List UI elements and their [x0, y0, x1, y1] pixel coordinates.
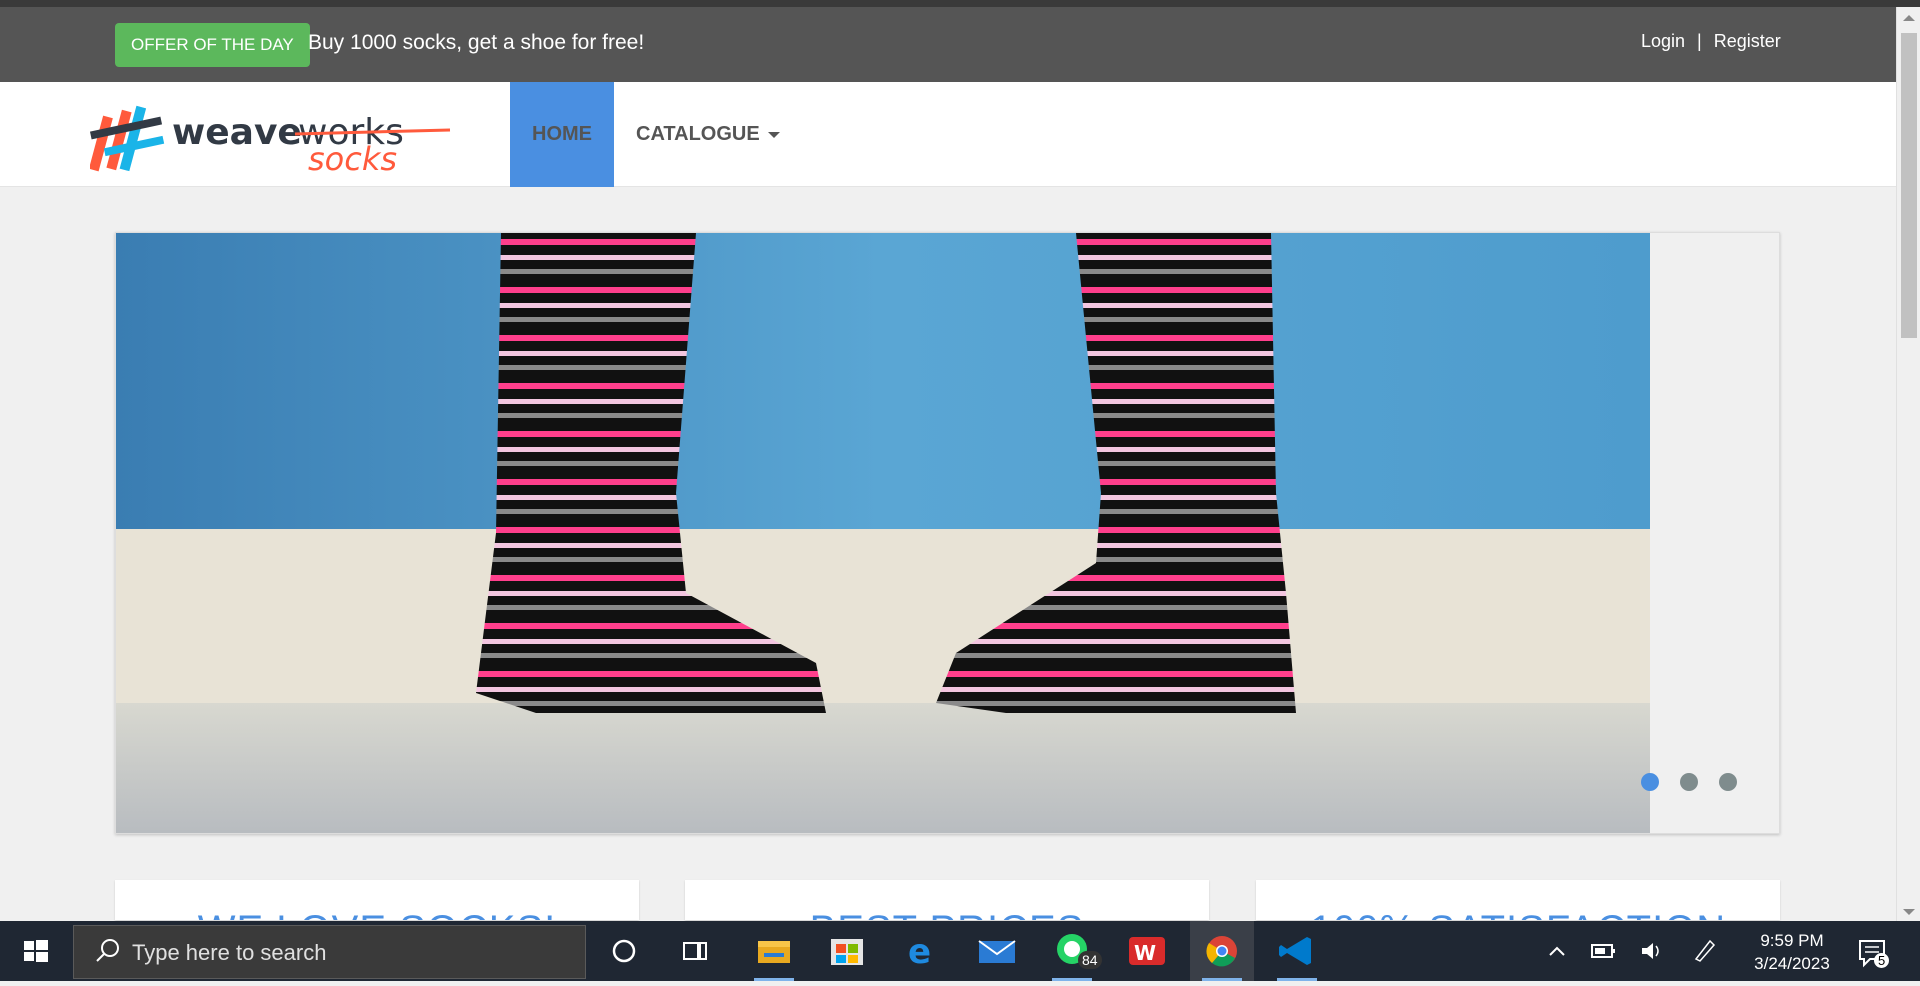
- vscode-icon[interactable]: [1265, 921, 1329, 981]
- clock-date: 3/24/2023: [1754, 954, 1830, 973]
- login-link[interactable]: Login: [1641, 31, 1685, 52]
- offer-badge[interactable]: OFFER OF THE DAY: [115, 23, 310, 67]
- pen-workspace-icon[interactable]: [1688, 921, 1722, 981]
- taskbar-search-placeholder: Type here to search: [132, 940, 327, 965]
- wps-office-icon[interactable]: W: [1115, 921, 1179, 981]
- feature-card-title: BEST PRICES: [685, 908, 1209, 920]
- nav-home-tab[interactable]: HOME: [510, 82, 614, 187]
- window-top-border: [0, 0, 1920, 7]
- logo-word-weave: weave: [172, 112, 302, 153]
- mail-icon[interactable]: [965, 921, 1029, 981]
- clock-time: 9:59 PM: [1760, 931, 1824, 950]
- taskbar-search-box[interactable]: Type here to search: [73, 925, 586, 979]
- cortana-icon[interactable]: [592, 921, 656, 981]
- scroll-down-arrow-icon[interactable]: [1903, 909, 1915, 915]
- windows-taskbar: Type here to search e 84 W 9:59 PM 3/24/…: [0, 921, 1920, 981]
- hero-slide-image: [116, 233, 1650, 833]
- task-view-icon[interactable]: [662, 921, 726, 981]
- scrollbar-thumb[interactable]: [1901, 33, 1917, 338]
- feature-cards: WE LOVE SOCKS! BEST PRICES 100% SATISFAC…: [115, 880, 1780, 920]
- feature-card-title: 100% SATISFACTION: [1256, 908, 1780, 920]
- carousel-dot-1[interactable]: [1641, 773, 1659, 791]
- carousel-dot-3[interactable]: [1719, 773, 1737, 791]
- logo-word-socks: socks: [308, 140, 397, 176]
- taskbar-clock[interactable]: 9:59 PM 3/24/2023: [1744, 929, 1840, 975]
- register-link[interactable]: Register: [1714, 31, 1781, 52]
- search-icon: [96, 939, 119, 962]
- svg-text:e: e: [908, 932, 931, 972]
- file-explorer-icon[interactable]: [742, 921, 806, 981]
- main-navbar: weave works socks HOME CATALOGUE: [0, 82, 1896, 187]
- svg-text:W: W: [1134, 941, 1156, 965]
- carousel-dot-2[interactable]: [1680, 773, 1698, 791]
- auth-separator: |: [1697, 31, 1702, 51]
- offer-bar: OFFER OF THE DAY Buy 1000 socks, get a s…: [0, 7, 1896, 82]
- caret-down-icon: [767, 131, 780, 138]
- whatsapp-unread-badge: 84: [1078, 951, 1102, 969]
- microsoft-store-icon[interactable]: [815, 921, 879, 981]
- feature-card: BEST PRICES: [685, 880, 1209, 920]
- whatsapp-icon[interactable]: 84: [1040, 921, 1104, 981]
- volume-icon[interactable]: [1634, 921, 1668, 981]
- scroll-up-arrow-icon[interactable]: [1903, 15, 1915, 21]
- battery-icon[interactable]: [1586, 921, 1620, 981]
- notification-center-icon[interactable]: 5: [1854, 935, 1894, 975]
- carousel-indicators: [1641, 773, 1758, 796]
- feature-card-title: WE LOVE SOCKS!: [115, 908, 639, 920]
- auth-links: Login | Register: [1641, 31, 1781, 52]
- nav-catalogue-label: CATALOGUE: [636, 123, 760, 145]
- windows-logo-icon: [24, 940, 48, 962]
- feature-card: WE LOVE SOCKS!: [115, 880, 639, 920]
- edge-browser-icon[interactable]: e: [890, 921, 954, 981]
- page-scrollbar[interactable]: [1896, 7, 1920, 921]
- hero-carousel[interactable]: [115, 232, 1780, 834]
- show-hidden-icons-chevron-icon[interactable]: [1540, 921, 1574, 981]
- feature-card: 100% SATISFACTION: [1256, 880, 1780, 920]
- windows-start-button[interactable]: [0, 921, 70, 981]
- nav-catalogue-dropdown[interactable]: CATALOGUE: [636, 82, 780, 187]
- offer-text: Buy 1000 socks, get a shoe for free!: [308, 31, 645, 54]
- chrome-browser-icon[interactable]: [1190, 921, 1254, 981]
- weaveworks-socks-logo[interactable]: weave works socks: [88, 96, 460, 178]
